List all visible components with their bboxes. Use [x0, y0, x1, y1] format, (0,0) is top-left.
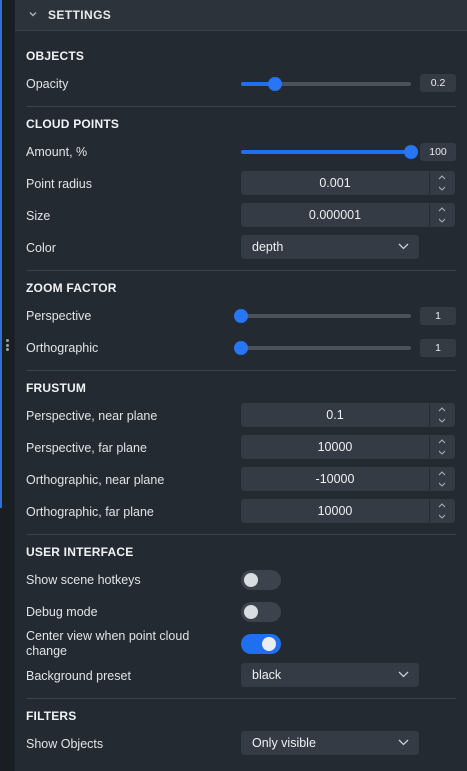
spin-value[interactable]: 0.001	[241, 171, 429, 195]
divider	[26, 370, 456, 371]
toggle-knob	[244, 573, 258, 587]
point-radius-input[interactable]: 0.001	[241, 171, 455, 195]
debug-mode-toggle[interactable]	[241, 602, 281, 622]
chevron-down-icon[interactable]	[28, 9, 38, 19]
persp-far-label: Perspective, far plane	[26, 441, 147, 455]
spin-value[interactable]: 10000	[241, 435, 429, 459]
slider-fill	[241, 150, 411, 154]
slider-thumb[interactable]	[404, 145, 418, 159]
spin-value[interactable]: 0.1	[241, 403, 429, 427]
color-select[interactable]: depth	[241, 235, 419, 259]
chevron-up-icon[interactable]	[438, 503, 446, 508]
slider-thumb[interactable]	[268, 77, 282, 91]
toggle-knob	[244, 605, 258, 619]
chevron-up-icon[interactable]	[438, 439, 446, 444]
left-accent-bar	[0, 0, 2, 508]
opacity-slider[interactable]	[241, 77, 411, 91]
background-preset-label: Background preset	[26, 669, 131, 683]
settings-title: SETTINGS	[48, 8, 112, 22]
ortho-far-label: Orthographic, far plane	[26, 505, 154, 519]
size-label: Size	[26, 209, 51, 223]
slider-thumb[interactable]	[234, 341, 248, 355]
perspective-zoom-slider[interactable]	[234, 309, 411, 323]
chevron-down-icon	[398, 671, 409, 678]
select-value: Only visible	[252, 736, 316, 750]
perspective-label: Perspective	[26, 309, 92, 323]
section-title-filters: FILTERS	[26, 709, 77, 723]
perspective-zoom-value[interactable]: 1	[420, 307, 456, 325]
orthographic-label: Orthographic	[26, 341, 99, 355]
debug-mode-label: Debug mode	[26, 605, 98, 619]
settings-panel: SETTINGS OBJECTS Opacity 0.2 CLOUD POINT…	[15, 0, 467, 771]
select-value: depth	[252, 240, 284, 254]
orthographic-zoom-value[interactable]: 1	[420, 339, 456, 357]
chevron-up-icon[interactable]	[438, 407, 446, 412]
section-title-objects: OBJECTS	[26, 49, 85, 63]
show-hotkeys-toggle[interactable]	[241, 570, 281, 590]
section-title-frustum: FRUSTUM	[26, 381, 87, 395]
chevron-down-icon[interactable]	[438, 514, 446, 519]
background-preset-select[interactable]: black	[241, 663, 419, 687]
divider	[26, 534, 456, 535]
toggle-knob	[262, 637, 276, 651]
settings-header[interactable]: SETTINGS	[15, 0, 467, 31]
size-input[interactable]: 0.000001	[241, 203, 455, 227]
left-rail	[0, 0, 14, 771]
center-view-label-line2: change	[26, 644, 68, 658]
chevron-down-icon[interactable]	[438, 482, 446, 487]
divider	[26, 270, 456, 271]
spin-value[interactable]: -10000	[241, 467, 429, 491]
show-hotkeys-label: Show scene hotkeys	[26, 573, 141, 587]
amount-label: Amount, %	[26, 145, 88, 159]
amount-value[interactable]: 100	[420, 143, 456, 161]
chevron-up-icon[interactable]	[438, 471, 446, 476]
chevron-down-icon[interactable]	[438, 418, 446, 423]
chevron-down-icon[interactable]	[438, 218, 446, 223]
ortho-near-input[interactable]: -10000	[241, 467, 455, 491]
ortho-near-label: Orthographic, near plane	[26, 473, 165, 487]
show-objects-select[interactable]: Only visible	[241, 731, 419, 755]
center-view-label: Center view when point cloud change	[26, 629, 189, 659]
select-value: black	[252, 668, 282, 682]
show-objects-label: Show Objects	[26, 737, 104, 751]
opacity-label: Opacity	[26, 77, 69, 91]
persp-near-label: Perspective, near plane	[26, 409, 158, 423]
section-title-zoom-factor: ZOOM FACTOR	[26, 281, 117, 295]
spin-value[interactable]: 10000	[241, 499, 429, 523]
chevron-down-icon[interactable]	[438, 450, 446, 455]
center-view-toggle[interactable]	[241, 634, 281, 654]
persp-far-input[interactable]: 10000	[241, 435, 455, 459]
center-view-label-line1: Center view when point cloud	[26, 629, 190, 643]
slider-thumb[interactable]	[234, 309, 248, 323]
chevron-up-icon[interactable]	[438, 207, 446, 212]
chevron-down-icon[interactable]	[438, 186, 446, 191]
section-title-user-interface: USER INTERFACE	[26, 545, 134, 559]
point-radius-label: Point radius	[26, 177, 93, 191]
opacity-value[interactable]: 0.2	[420, 74, 456, 92]
orthographic-zoom-slider[interactable]	[234, 341, 411, 355]
divider	[26, 698, 456, 699]
resize-grip-icon[interactable]	[6, 339, 9, 351]
divider	[26, 106, 456, 107]
ortho-far-input[interactable]: 10000	[241, 499, 455, 523]
chevron-down-icon	[398, 739, 409, 746]
color-label: Color	[26, 241, 56, 255]
amount-slider[interactable]	[241, 145, 418, 159]
persp-near-input[interactable]: 0.1	[241, 403, 455, 427]
chevron-up-icon[interactable]	[438, 175, 446, 180]
section-title-cloud-points: CLOUD POINTS	[26, 117, 120, 131]
spin-value[interactable]: 0.000001	[241, 203, 429, 227]
chevron-down-icon	[398, 243, 409, 250]
